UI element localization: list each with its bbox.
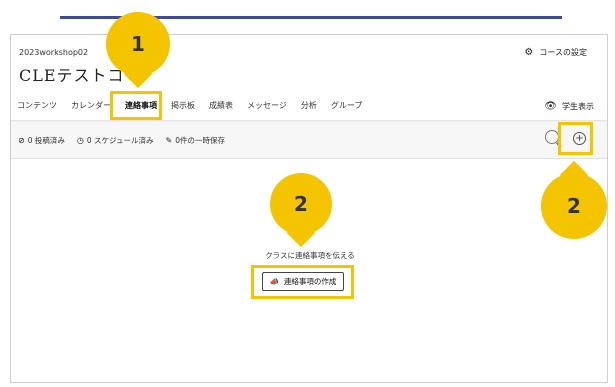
tab-groups[interactable]: グループ: [331, 100, 363, 111]
empty-state-message: クラスに連絡事項を伝える: [265, 251, 355, 260]
course-settings-link[interactable]: ⚙ コースの設定: [524, 47, 587, 58]
gear-icon: ⚙: [524, 47, 534, 58]
pencil-icon: ✎: [165, 136, 173, 145]
course-title: CLEテストコ: [19, 66, 125, 85]
scheduled-count[interactable]: ◷ 0 スケジュール済み: [77, 135, 154, 146]
step-marker-2-right: 2: [541, 173, 607, 239]
tab-analytics[interactable]: 分析: [301, 100, 317, 111]
course-id: 2023workshop02: [19, 48, 89, 57]
posted-count[interactable]: ⊘ 0 投稿済み: [18, 135, 65, 146]
check-circle-icon: ⊘: [18, 136, 25, 145]
clock-icon: ◷: [76, 136, 84, 145]
tab-gradebook[interactable]: 成績表: [209, 100, 233, 111]
highlight-create-button: [251, 265, 354, 299]
step-marker-2-center: 2: [270, 173, 332, 235]
step-marker-1: 1: [106, 12, 170, 76]
announcement-toolbar: ⊘ 0 投稿済み ◷ 0 スケジュール済み ✎ 0件の一時保存 +: [11, 122, 607, 159]
search-icon[interactable]: [545, 130, 559, 144]
status-counts: ⊘ 0 投稿済み ◷ 0 スケジュール済み ✎ 0件の一時保存: [18, 135, 225, 146]
student-view-label: 学生表示: [562, 102, 594, 111]
highlight-announcements-tab: [110, 91, 162, 120]
draft-count[interactable]: ✎ 0件の一時保存: [165, 135, 224, 146]
tab-calendar[interactable]: カレンダー: [71, 100, 111, 111]
tab-discussions[interactable]: 掲示板: [171, 100, 195, 111]
highlight-add-button: [558, 122, 593, 155]
tab-messages[interactable]: メッセージ: [247, 100, 287, 111]
course-settings-label: コースの設定: [539, 48, 587, 57]
tab-content[interactable]: コンテンツ: [17, 100, 57, 111]
student-view-toggle[interactable]: 👁 学生表示: [544, 101, 594, 112]
course-tabs: コンテンツ カレンダー 連絡事項 掲示板 成績表 メッセージ 分析 グループ: [17, 100, 376, 111]
eye-icon: 👁: [544, 101, 557, 112]
